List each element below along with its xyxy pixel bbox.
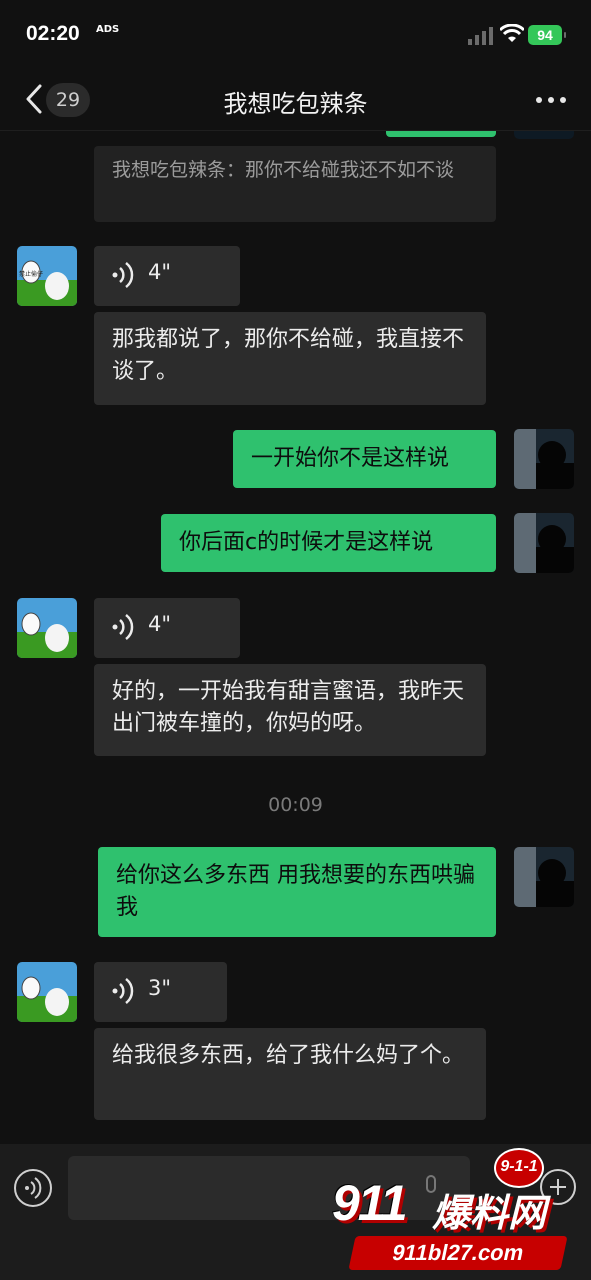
sent-bubble[interactable]: 给你这么多东西 用我想要的东西哄骗我 (98, 847, 496, 937)
avatar-image (514, 513, 574, 573)
status-bar: 02:20 ADS 94 (0, 0, 591, 70)
avatar-sign-text: 禁止偷仔 (19, 270, 43, 278)
voice-wave-icon (112, 978, 134, 1004)
sent-bubble-partial[interactable] (386, 131, 496, 137)
voice-mode-icon (25, 1177, 42, 1199)
voice-transcript-text: 那我都说了，那你不给碰，我直接不谈了。 (112, 327, 465, 384)
voice-message[interactable]: 3" (94, 962, 227, 1022)
voice-transcript-text: 好的，一开始我有甜言蜜语，我昨天出门被车撞的，你妈的呀。 (112, 679, 465, 736)
voice-transcript[interactable]: 好的，一开始我有甜言蜜语，我昨天出门被车撞的，你妈的呀。 (94, 664, 486, 756)
my-avatar[interactable] (514, 429, 574, 489)
watermark-brand: 911 (332, 1175, 408, 1231)
voice-duration: 4" (148, 260, 172, 284)
voice-transcript-text: 给我很多东西，给了我什么妈了个。 (112, 1043, 465, 1068)
time-divider: 00:09 (268, 794, 323, 816)
voice-wave-icon (112, 614, 134, 640)
battery-level: 94 (537, 27, 553, 43)
contact-avatar[interactable]: 禁止偷仔 (17, 246, 77, 306)
battery-indicator: 94 (528, 25, 566, 45)
signal-icon (468, 27, 493, 45)
sent-bubble[interactable]: 你后面c的时候才是这样说 (161, 514, 496, 572)
voice-wave-icon (112, 262, 134, 288)
voice-message[interactable]: 4" (94, 598, 240, 658)
wifi-icon (500, 24, 524, 42)
status-time: 02:20 (26, 22, 80, 45)
quoted-reply-text: 我想吃包辣条：那你不给碰我还不如不谈 (112, 159, 455, 181)
voice-duration: 3" (148, 976, 172, 1000)
watermark-logo: 9-1-1 911 爆料网 911bl27.com (314, 1146, 591, 1280)
chat-title: 我想吃包辣条 (223, 90, 368, 118)
quoted-reply[interactable]: 我想吃包辣条：那你不给碰我还不如不谈 (94, 146, 496, 222)
status-sub-label: ADS (96, 24, 120, 35)
my-avatar[interactable] (514, 131, 574, 139)
my-avatar[interactable] (514, 513, 574, 573)
voice-transcript[interactable]: 给我很多东西，给了我什么妈了个。 (94, 1028, 486, 1120)
voice-message[interactable]: 4" (94, 246, 240, 306)
avatar-image (514, 847, 574, 907)
more-dots-icon[interactable] (535, 96, 567, 104)
sent-message-text: 给你这么多东西 用我想要的东西哄骗我 (116, 863, 475, 920)
watermark-brand-cn: 爆料网 (432, 1191, 547, 1235)
my-avatar[interactable] (514, 847, 574, 907)
sent-bubble[interactable]: 一开始你不是这样说 (233, 430, 496, 488)
voice-mode-button[interactable] (14, 1169, 52, 1207)
avatar-image (17, 962, 77, 1022)
message-list[interactable]: 我想吃包辣条：那你不给碰我还不如不谈 禁止偷仔 4" 那我都说了，那你不给碰，我… (0, 131, 591, 1144)
voice-transcript[interactable]: 那我都说了，那你不给碰，我直接不谈了。 (94, 312, 486, 405)
avatar-image (17, 598, 77, 658)
avatar-image: 禁止偷仔 (17, 246, 77, 306)
sent-message-text: 你后面c的时候才是这样说 (179, 530, 434, 555)
contact-avatar[interactable] (17, 962, 77, 1022)
voice-duration: 4" (148, 612, 172, 636)
avatar-image (514, 429, 574, 489)
contact-avatar[interactable] (17, 598, 77, 658)
sent-message-text: 一开始你不是这样说 (251, 446, 450, 471)
chat-header: 29 我想吃包辣条 (0, 70, 591, 131)
watermark-url: 911bl27.com (348, 1236, 568, 1270)
